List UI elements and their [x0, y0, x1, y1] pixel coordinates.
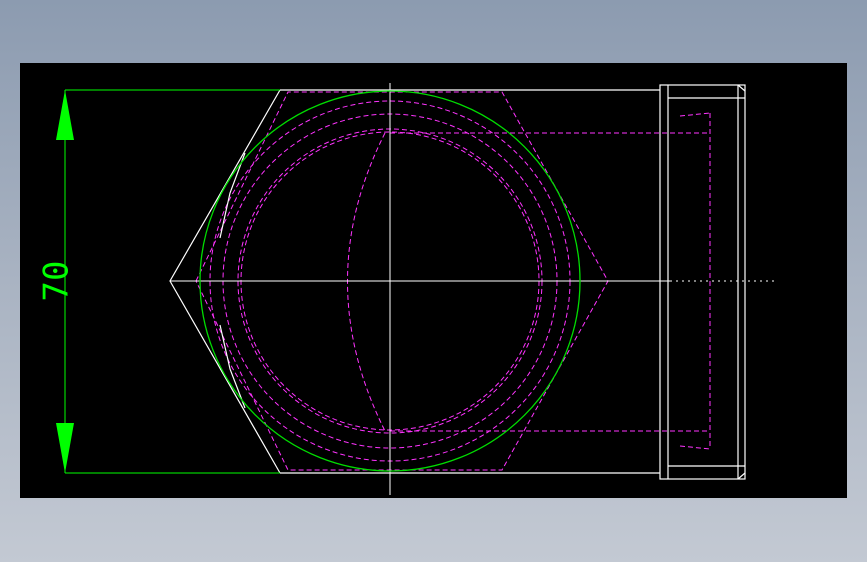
flange-chamfer-top — [737, 84, 746, 92]
flange-chamfer-bottom — [737, 472, 746, 480]
cad-viewport[interactable]: 70 — [20, 63, 847, 498]
arrowhead-top — [56, 90, 74, 140]
flange-outer — [659, 84, 746, 480]
arrowhead-bottom — [56, 423, 74, 473]
hidden-chamfer-bottom — [679, 445, 711, 450]
cad-drawing: 70 — [37, 83, 775, 495]
center-lines — [170, 83, 775, 495]
hidden-arc — [347, 132, 386, 432]
hidden-chamfer-top — [679, 112, 711, 117]
hex-left-facet-top — [219, 152, 246, 239]
dimension-text: 70 — [37, 261, 77, 302]
outline — [169, 84, 746, 480]
